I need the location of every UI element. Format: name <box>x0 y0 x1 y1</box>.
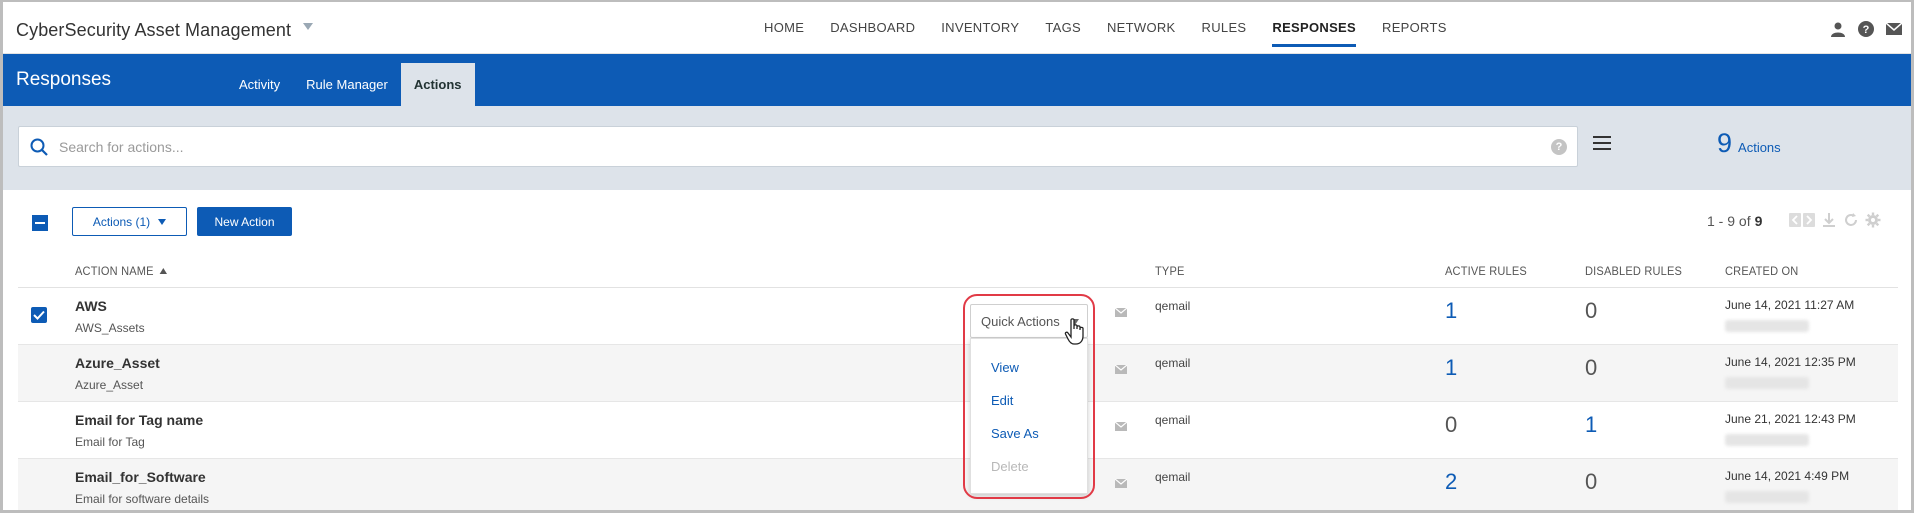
action-type: qemail <box>1155 413 1191 427</box>
col-type[interactable]: TYPE <box>1155 264 1185 278</box>
help-icon[interactable]: ? <box>1857 20 1875 38</box>
action-description: Email for Tag <box>75 435 145 449</box>
sort-ascending-icon <box>159 268 167 274</box>
actions-count-label: Actions <box>1738 140 1781 155</box>
settings-gear-icon[interactable] <box>1865 212 1881 233</box>
search-icon <box>30 138 48 161</box>
app-window: CyberSecurity Asset Management HOME DASH… <box>0 0 1914 513</box>
nav-tags[interactable]: TAGS <box>1032 2 1094 54</box>
main-nav: HOME DASHBOARD INVENTORY TAGS NETWORK RU… <box>751 2 1460 54</box>
active-rules-count[interactable]: 1 <box>1445 298 1457 324</box>
caret-down-icon <box>158 218 167 225</box>
hand-pointer-cursor-icon <box>1064 318 1086 351</box>
prev-next-icon[interactable] <box>1789 213 1815 232</box>
action-name[interactable]: AWS <box>75 298 107 314</box>
action-type: qemail <box>1155 356 1191 370</box>
svg-text:?: ? <box>1863 24 1870 36</box>
actions-count: 9 Actions <box>1717 128 1781 159</box>
user-icon[interactable] <box>1829 20 1847 38</box>
top-bar: CyberSecurity Asset Management HOME DASH… <box>3 2 1911 54</box>
redacted-user <box>1725 434 1809 446</box>
row-checkbox[interactable] <box>31 307 47 323</box>
email-type-icon <box>1114 304 1128 322</box>
pagination-range: 1 - 9 of <box>1707 213 1751 229</box>
email-type-icon <box>1114 418 1128 436</box>
col-action-name-label: ACTION NAME <box>75 264 154 278</box>
action-description: AWS_Assets <box>75 321 145 335</box>
redacted-user <box>1725 491 1809 503</box>
select-all-checkbox[interactable] <box>32 215 48 231</box>
nav-dashboard[interactable]: DASHBOARD <box>817 2 928 54</box>
nav-network[interactable]: NETWORK <box>1094 2 1189 54</box>
table-row[interactable]: Email_for_Software Email for software de… <box>18 459 1898 510</box>
email-type-icon <box>1114 361 1128 379</box>
redacted-user <box>1725 320 1809 332</box>
nav-rules[interactable]: RULES <box>1189 2 1260 54</box>
active-rules-count[interactable]: 2 <box>1445 469 1457 495</box>
table-header: ACTION NAME TYPE ACTIVE RULES DISABLED R… <box>18 254 1898 288</box>
email-type-icon <box>1114 475 1128 493</box>
pagination-info: 1 - 9 of 9 <box>1707 213 1762 229</box>
actions-count-number: 9 <box>1717 128 1733 158</box>
nav-inventory[interactable]: INVENTORY <box>928 2 1032 54</box>
col-action-name[interactable]: ACTION NAME <box>75 264 167 278</box>
search-box: ? <box>18 126 1578 167</box>
download-icon[interactable] <box>1821 212 1837 233</box>
created-on: June 14, 2021 11:27 AM <box>1725 298 1855 312</box>
nav-home[interactable]: HOME <box>751 2 817 54</box>
nav-reports[interactable]: REPORTS <box>1369 2 1460 54</box>
pagination-total: 9 <box>1754 213 1763 229</box>
action-type: qemail <box>1155 299 1191 313</box>
disabled-rules-count: 0 <box>1585 298 1598 323</box>
mail-icon[interactable] <box>1885 20 1903 38</box>
table-toolbar: Actions (1) New Action 1 - 9 of 9 <box>3 190 1911 250</box>
redacted-user <box>1725 377 1809 389</box>
tab-activity[interactable]: Activity <box>226 63 293 106</box>
action-name[interactable]: Email for Tag name <box>75 412 203 428</box>
table-row[interactable]: Email for Tag name Email for Tag qemail … <box>18 402 1898 459</box>
sub-tabs: Activity Rule Manager Actions <box>226 63 475 106</box>
action-description: Email for software details <box>75 492 210 506</box>
created-on: June 21, 2021 12:43 PM <box>1725 412 1856 426</box>
pager-icons <box>1789 212 1881 233</box>
actions-button-label: Actions (1) <box>92 214 151 229</box>
disabled-rules-count: 0 <box>1585 355 1598 380</box>
nav-responses[interactable]: RESPONSES <box>1259 2 1369 54</box>
action-name[interactable]: Email_for_Software <box>75 469 206 485</box>
disabled-rules-count[interactable]: 1 <box>1585 412 1597 438</box>
tab-actions[interactable]: Actions <box>400 63 475 106</box>
action-type: qemail <box>1155 470 1191 484</box>
search-band: ? 9 Actions <box>3 106 1911 190</box>
tab-rule-manager[interactable]: Rule Manager <box>293 63 401 106</box>
active-rules-count: 0 <box>1445 412 1458 437</box>
col-disabled-rules[interactable]: DISABLED RULES <box>1585 264 1682 278</box>
actions-dropdown-button[interactable]: Actions (1) <box>72 207 187 236</box>
created-on: June 14, 2021 12:35 PM <box>1725 355 1856 369</box>
col-active-rules[interactable]: ACTIVE RULES <box>1445 264 1527 278</box>
app-switcher-caret-icon[interactable] <box>303 23 313 30</box>
section-title: Responses <box>16 69 112 90</box>
search-help-icon[interactable]: ? <box>1551 139 1567 155</box>
top-icons: ? <box>1829 20 1903 38</box>
table-row[interactable]: AWS AWS_Assets qemail 1 0 June 14, 2021 … <box>18 288 1898 345</box>
table-row[interactable]: Azure_Asset Azure_Asset qemail 1 0 June … <box>18 345 1898 402</box>
hamburger-menu-icon[interactable] <box>1593 136 1611 154</box>
created-on: June 14, 2021 4:49 PM <box>1725 469 1850 483</box>
section-header: Responses Activity Rule Manager Actions <box>3 54 1911 106</box>
app-title[interactable]: CyberSecurity Asset Management <box>16 20 291 41</box>
new-action-button[interactable]: New Action <box>197 207 292 236</box>
active-rules-count[interactable]: 1 <box>1445 355 1457 381</box>
action-name[interactable]: Azure_Asset <box>75 355 160 371</box>
col-created-on[interactable]: CREATED ON <box>1725 264 1798 278</box>
search-input[interactable] <box>59 127 1539 166</box>
disabled-rules-count: 0 <box>1585 469 1598 494</box>
action-description: Azure_Asset <box>75 378 144 392</box>
refresh-icon[interactable] <box>1843 212 1859 233</box>
